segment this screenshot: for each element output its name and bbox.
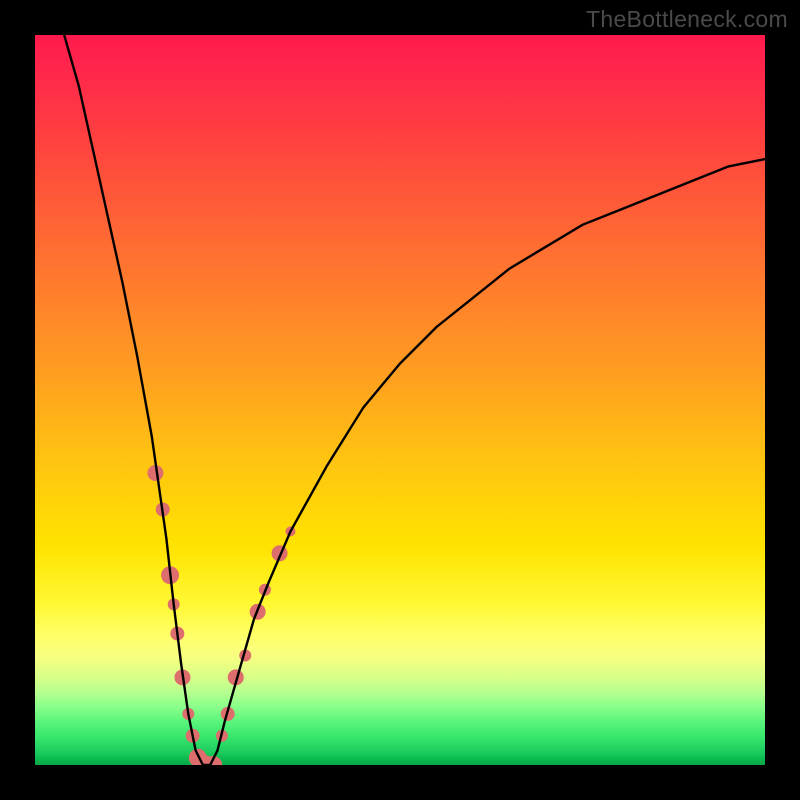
chart-svg <box>35 35 765 765</box>
plot-area <box>35 35 765 765</box>
highlight-markers-group <box>147 465 295 765</box>
chart-frame: TheBottleneck.com <box>0 0 800 800</box>
bottleneck-curve <box>64 35 765 765</box>
watermark-text: TheBottleneck.com <box>586 6 788 33</box>
